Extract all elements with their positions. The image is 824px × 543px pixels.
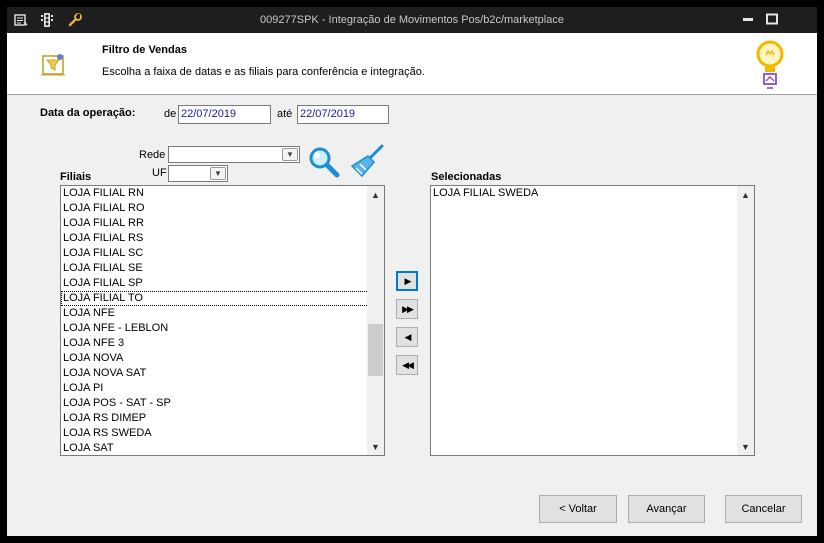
list-item[interactable]: LOJA FILIAL SP	[61, 276, 384, 291]
add-all-button[interactable]: ▶▶	[396, 299, 418, 319]
date-to-label: até	[277, 108, 293, 120]
selecionadas-listbox[interactable]: LOJA FILIAL SWEDA ▲ ▼	[430, 185, 755, 456]
header-title: Filtro de Vendas	[102, 44, 187, 56]
date-from-label: de	[164, 108, 177, 120]
back-button[interactable]: < Voltar	[539, 495, 617, 523]
list-item[interactable]: LOJA FILIAL TO	[61, 291, 383, 306]
list-item[interactable]: LOJA FILIAL SC	[61, 246, 384, 261]
uf-select[interactable]: ▼	[168, 165, 228, 182]
app-window: 009277SPK - Integração de Movimentos Pos…	[0, 0, 824, 543]
list-item[interactable]: LOJA NFE 3	[61, 336, 384, 351]
filiais-items: LOJA FILIAL RN LOJA FILIAL RO LOJA FILIAL …	[61, 186, 384, 455]
add-selected-button[interactable]: ▶	[396, 271, 418, 291]
list-item[interactable]: LOJA FILIAL RR	[61, 216, 384, 231]
chevron-down-icon[interactable]: ▼	[210, 167, 226, 180]
scroll-down-icon[interactable]: ▼	[367, 438, 384, 455]
scroll-up-icon[interactable]: ▲	[737, 186, 754, 203]
list-item[interactable]: LOJA PI	[61, 381, 384, 396]
selecionadas-items: LOJA FILIAL SWEDA	[431, 186, 754, 201]
chevron-down-icon[interactable]: ▼	[282, 148, 298, 161]
wizard-header: Filtro de Vendas Escolha a faixa de data…	[7, 33, 817, 95]
list-item[interactable]: LOJA NFE	[61, 306, 384, 321]
window-title: 009277SPK - Integração de Movimentos Pos…	[260, 14, 564, 26]
maximize-button[interactable]	[765, 13, 779, 25]
scroll-thumb[interactable]	[368, 324, 383, 376]
list-item[interactable]: LOJA NFE - LEBLON	[61, 321, 384, 336]
list-item[interactable]: LOJA FILIAL SE	[61, 261, 384, 276]
filiais-scrollbar[interactable]: ▲ ▼	[367, 186, 384, 455]
minimize-button[interactable]	[741, 13, 755, 25]
list-item[interactable]: LOJA FILIAL RS	[61, 231, 384, 246]
rede-label: Rede	[139, 149, 166, 161]
next-button[interactable]: Avançar	[628, 495, 705, 523]
arrow-left-icon: ◀	[404, 331, 412, 342]
remove-selected-button[interactable]: ◀	[396, 327, 418, 347]
list-item[interactable]: LOJA NOVA SAT	[61, 366, 384, 381]
list-item[interactable]: LOJA FILIAL RO	[61, 201, 384, 216]
filter-document-icon	[38, 51, 68, 77]
uf-label: UF	[152, 167, 167, 179]
list-item[interactable]: LOJA POS - SAT - SP	[61, 396, 384, 411]
date-to-input[interactable]: 22/07/2019	[297, 105, 389, 124]
remove-all-button[interactable]: ◀◀	[396, 355, 418, 375]
filiais-label: Filiais	[60, 171, 92, 183]
selecionadas-scrollbar[interactable]: ▲ ▼	[737, 186, 754, 455]
header-subtitle: Escolha a faixa de datas e as filiais pa…	[102, 66, 425, 78]
selecionadas-label: Selecionadas	[431, 171, 502, 183]
list-item[interactable]: LOJA NOVA	[61, 351, 384, 366]
list-item[interactable]: LOJA FILIAL SWEDA	[431, 186, 754, 201]
rede-select[interactable]: ▼	[168, 146, 300, 163]
broom-clear-icon[interactable]	[348, 144, 384, 180]
double-arrow-right-icon: ▶▶	[402, 303, 414, 314]
search-icon[interactable]	[307, 145, 341, 179]
double-arrow-left-icon: ◀◀	[402, 359, 414, 370]
lightbulb-icon	[753, 37, 787, 91]
scroll-down-icon[interactable]: ▼	[737, 438, 754, 455]
list-item[interactable]: LOJA FILIAL RN	[61, 186, 384, 201]
list-item[interactable]: LOJA RS SWEDA	[61, 426, 384, 441]
date-label: Data da operação:	[40, 107, 136, 119]
date-from-input[interactable]: 22/07/2019	[178, 105, 271, 124]
list-item[interactable]: LOJA RS DIMEP	[61, 411, 384, 426]
filiais-listbox[interactable]: LOJA FILIAL RN LOJA FILIAL RO LOJA FILIAL …	[60, 185, 385, 456]
list-item[interactable]: LOJA SAT	[61, 441, 384, 455]
arrow-right-icon: ▶	[404, 275, 412, 286]
scroll-up-icon[interactable]: ▲	[367, 186, 384, 203]
dialog-body: Filtro de Vendas Escolha a faixa de data…	[7, 33, 817, 536]
title-bar: 009277SPK - Integração de Movimentos Pos…	[7, 7, 817, 33]
cancel-button[interactable]: Cancelar	[725, 495, 802, 523]
